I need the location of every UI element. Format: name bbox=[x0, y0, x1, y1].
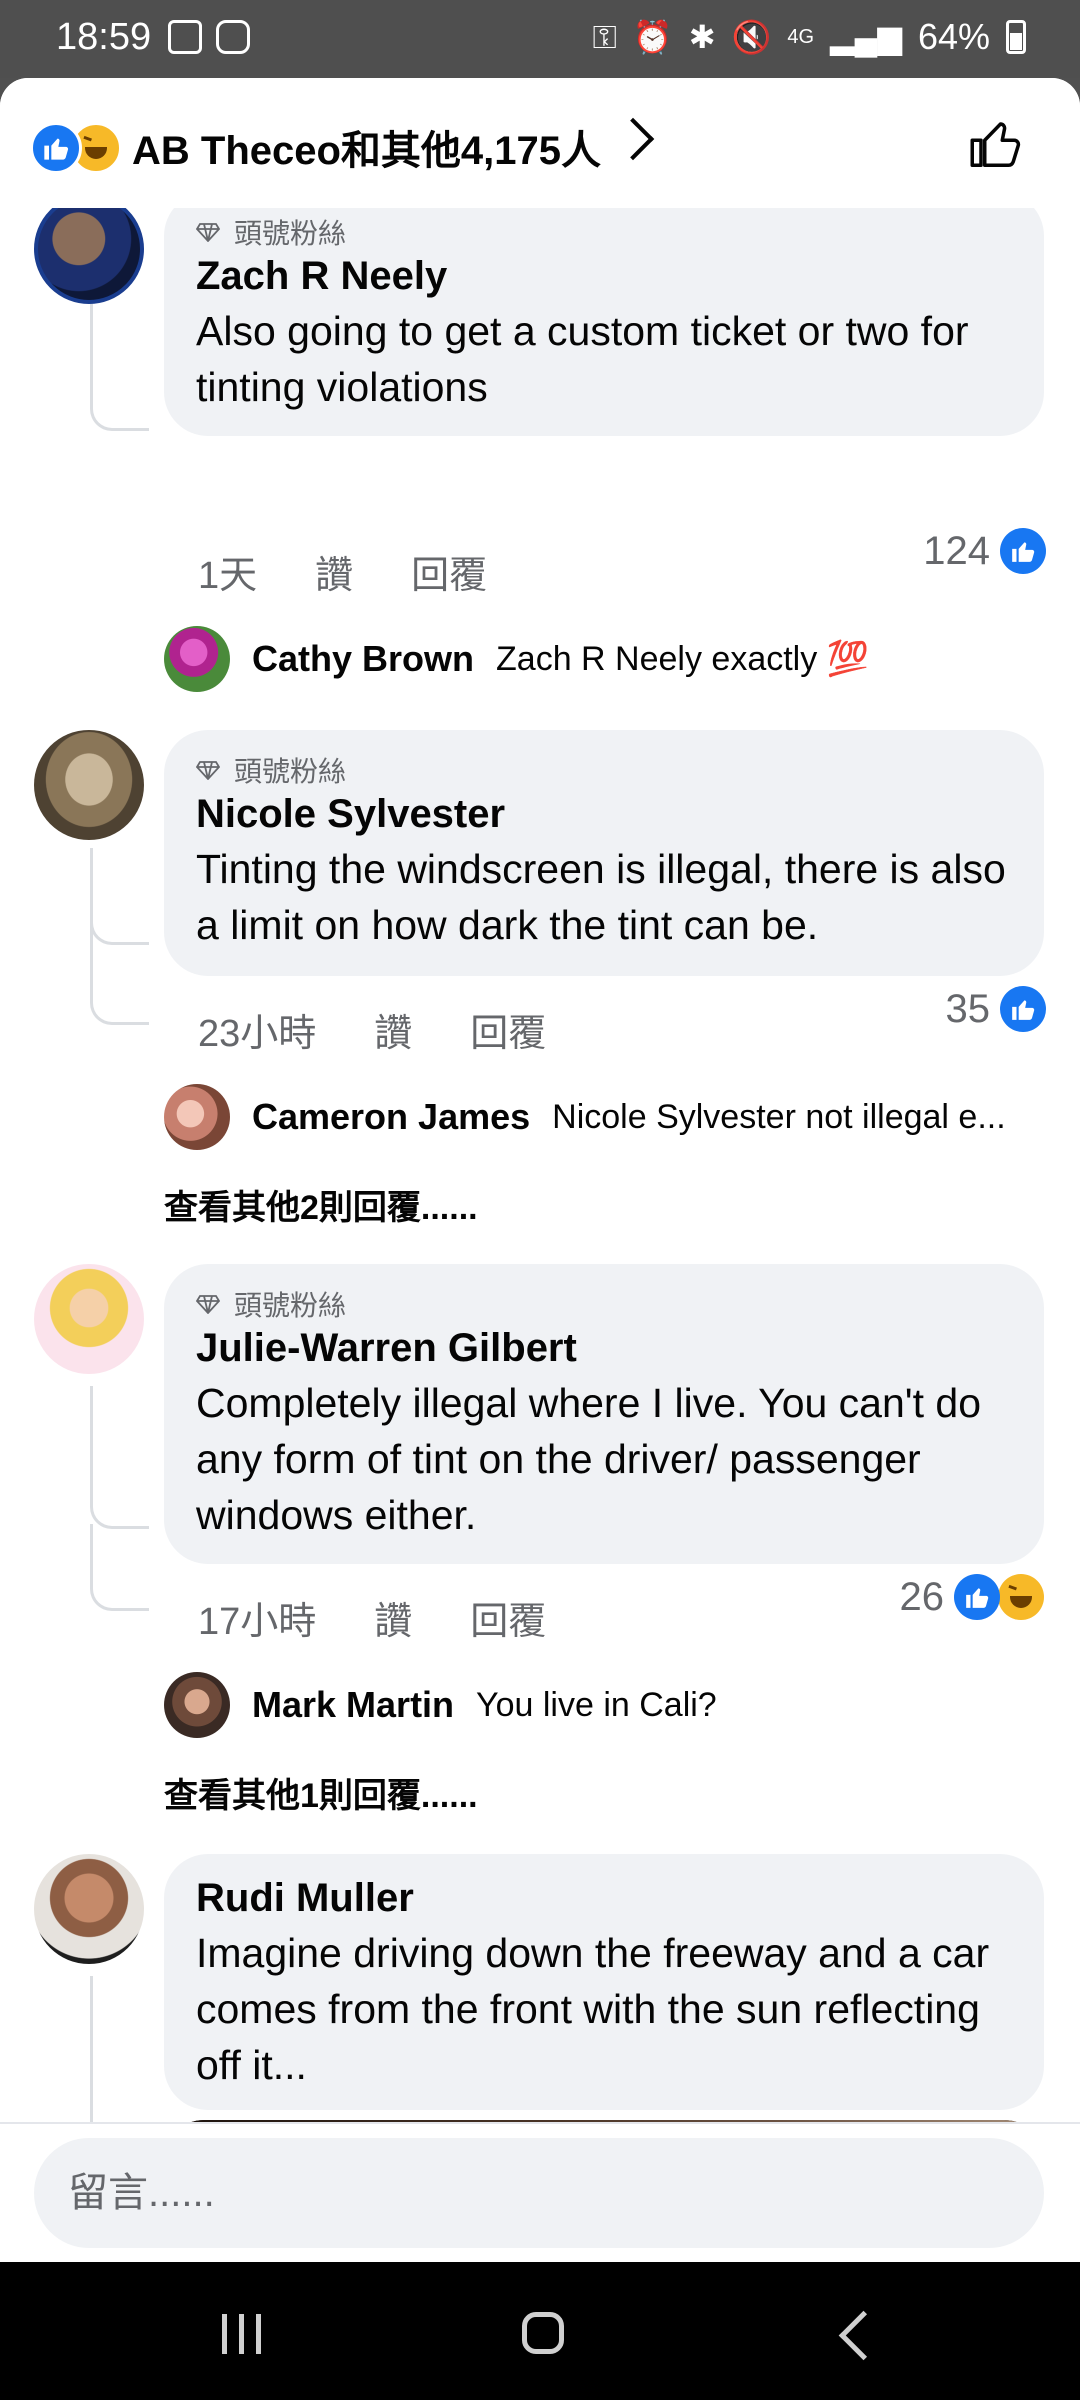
home-button[interactable] bbox=[522, 2312, 564, 2354]
reply-text: Zach R Neely exactly 💯 bbox=[496, 640, 870, 678]
comment-time[interactable]: 17小時 bbox=[198, 1590, 316, 1645]
gallery-icon bbox=[168, 20, 202, 54]
comments-sheet: AB Theceo和其他4,175人 頭號粉絲 Zach R Neely Als… bbox=[0, 78, 1080, 2262]
status-icons: ⚿ ⏰ ✱ 🔇 4G ▂▄▆ 64% bbox=[592, 16, 1026, 58]
back-button[interactable] bbox=[838, 2310, 889, 2361]
like-link[interactable]: 讚 bbox=[374, 1002, 412, 1057]
avatar[interactable] bbox=[164, 1672, 230, 1738]
view-more-replies-link[interactable]: 查看其他2則回覆...... bbox=[164, 1180, 478, 1229]
battery-icon bbox=[1006, 20, 1026, 54]
reaction-count-value: 35 bbox=[945, 986, 991, 1031]
reply-author[interactable]: Mark Martin bbox=[252, 1684, 454, 1726]
diamond-icon bbox=[196, 1295, 220, 1314]
avatar[interactable] bbox=[164, 626, 230, 692]
comment-actions: 1天 讚 回覆 bbox=[198, 544, 487, 599]
thread-line bbox=[90, 938, 149, 1025]
top-fan-badge: 頭號粉絲 bbox=[196, 750, 1010, 790]
comment-author[interactable]: Nicole Sylvester bbox=[196, 792, 1010, 837]
thread-line bbox=[90, 386, 149, 431]
reaction-count[interactable]: 124 bbox=[923, 528, 1046, 574]
comment-text: Also going to get a custom ticket or two… bbox=[196, 308, 969, 410]
reply-item[interactable]: Cathy Brown Zach R Neely exactly 💯 bbox=[164, 626, 869, 692]
avatar[interactable] bbox=[34, 730, 144, 840]
reply-link[interactable]: 回覆 bbox=[470, 1002, 546, 1057]
diamond-icon bbox=[196, 223, 220, 242]
alarm-icon: ⏰ bbox=[632, 19, 673, 55]
avatar[interactable] bbox=[34, 208, 144, 304]
comment-author[interactable]: Rudi Muller bbox=[196, 1876, 1010, 1921]
comment-time[interactable]: 1天 bbox=[198, 544, 257, 599]
top-fan-badge: 頭號粉絲 bbox=[196, 212, 1010, 252]
comment-bubble[interactable]: 頭號粉絲 Julie-Warren Gilbert Completely ill… bbox=[164, 1264, 1044, 1564]
comment-actions: 17小時 讚 回覆 bbox=[198, 1590, 546, 1645]
chevron-right-icon[interactable] bbox=[611, 117, 655, 161]
comment-author[interactable]: Julie-Warren Gilbert bbox=[196, 1326, 1010, 1371]
reaction-count[interactable]: 26 bbox=[900, 1574, 1047, 1620]
reply-text: Nicole Sylvester not illegal e... bbox=[552, 1097, 1006, 1136]
reactions-summary[interactable]: AB Theceo和其他4,175人 bbox=[132, 118, 601, 176]
reply-author[interactable]: Cathy Brown bbox=[252, 638, 474, 680]
like-icon bbox=[1000, 986, 1046, 1032]
status-bar: 18:59 ⚿ ⏰ ✱ 🔇 4G ▂▄▆ 64% bbox=[0, 0, 1080, 78]
avatar[interactable] bbox=[164, 1084, 230, 1150]
like-icon bbox=[954, 1574, 1000, 1620]
like-link[interactable]: 讚 bbox=[315, 544, 353, 599]
haha-icon bbox=[998, 1574, 1044, 1620]
bluetooth-icon: ✱ bbox=[688, 19, 716, 55]
comment-author[interactable]: Zach R Neely bbox=[196, 254, 1010, 299]
reply-author[interactable]: Cameron James bbox=[252, 1096, 530, 1138]
network-type: 4G bbox=[787, 26, 815, 48]
comment-bubble[interactable]: 頭號粉絲 Nicole Sylvester Tinting the windsc… bbox=[164, 730, 1044, 976]
reaction-icons bbox=[30, 122, 122, 174]
status-time: 18:59 bbox=[56, 16, 152, 58]
like-link[interactable]: 讚 bbox=[374, 1590, 412, 1645]
reply-item[interactable]: Cameron James Nicole Sylvester not illeg… bbox=[164, 1084, 1006, 1150]
reply-link[interactable]: 回覆 bbox=[470, 1590, 546, 1645]
recents-button[interactable] bbox=[222, 2314, 261, 2354]
thread-line bbox=[90, 1524, 149, 1611]
view-more-replies-link[interactable]: 查看其他1則回覆...... bbox=[164, 1768, 478, 1817]
comment-text: Imagine driving down the freeway and a c… bbox=[196, 1930, 990, 2088]
reaction-icons bbox=[954, 1574, 1046, 1620]
avatar[interactable] bbox=[34, 1264, 144, 1374]
comment-input[interactable] bbox=[34, 2138, 1044, 2248]
thread-line bbox=[90, 1386, 93, 1486]
thread-line bbox=[90, 1478, 149, 1529]
comment-composer bbox=[0, 2122, 1080, 2264]
comment-list[interactable]: 頭號粉絲 Zach R Neely Also going to get a cu… bbox=[0, 208, 1080, 2200]
badge-label: 頭號粉絲 bbox=[234, 756, 347, 787]
comment-actions: 23小時 讚 回覆 bbox=[198, 1002, 546, 1057]
like-icon bbox=[1000, 528, 1046, 574]
system-nav-bar bbox=[0, 2262, 1080, 2400]
like-icon bbox=[30, 122, 82, 174]
notification-icons bbox=[168, 20, 250, 54]
like-post-button[interactable] bbox=[966, 114, 1026, 174]
reactions-header[interactable]: AB Theceo和其他4,175人 bbox=[0, 78, 1080, 208]
battery-percent: 64% bbox=[917, 16, 990, 57]
comment-time[interactable]: 23小時 bbox=[198, 1002, 316, 1057]
key-icon: ⚿ bbox=[592, 19, 617, 55]
avatar[interactable] bbox=[34, 1854, 144, 1964]
diamond-icon bbox=[196, 761, 220, 780]
comment-bubble[interactable]: Rudi Muller Imagine driving down the fre… bbox=[164, 1854, 1044, 2110]
reaction-count-value: 124 bbox=[923, 528, 990, 573]
badge-label: 頭號粉絲 bbox=[234, 218, 347, 249]
comment-bubble[interactable]: 頭號粉絲 Zach R Neely Also going to get a cu… bbox=[164, 208, 1044, 436]
reply-text: You live in Cali? bbox=[476, 1685, 717, 1724]
reply-link[interactable]: 回覆 bbox=[411, 544, 487, 599]
reply-item[interactable]: Mark Martin You live in Cali? bbox=[164, 1672, 717, 1738]
badge-label: 頭號粉絲 bbox=[234, 1290, 347, 1321]
comment-text: Tinting the windscreen is illegal, there… bbox=[196, 846, 1006, 948]
signal-icon: ▂▄▆ bbox=[830, 19, 902, 55]
reaction-count[interactable]: 35 bbox=[945, 986, 1046, 1032]
top-fan-badge: 頭號粉絲 bbox=[196, 1284, 1010, 1324]
mute-icon: 🔇 bbox=[731, 19, 772, 55]
comment-text: Completely illegal where I live. You can… bbox=[196, 1380, 982, 1538]
app-notification-icon bbox=[216, 20, 250, 54]
reaction-count-value: 26 bbox=[899, 1574, 945, 1619]
